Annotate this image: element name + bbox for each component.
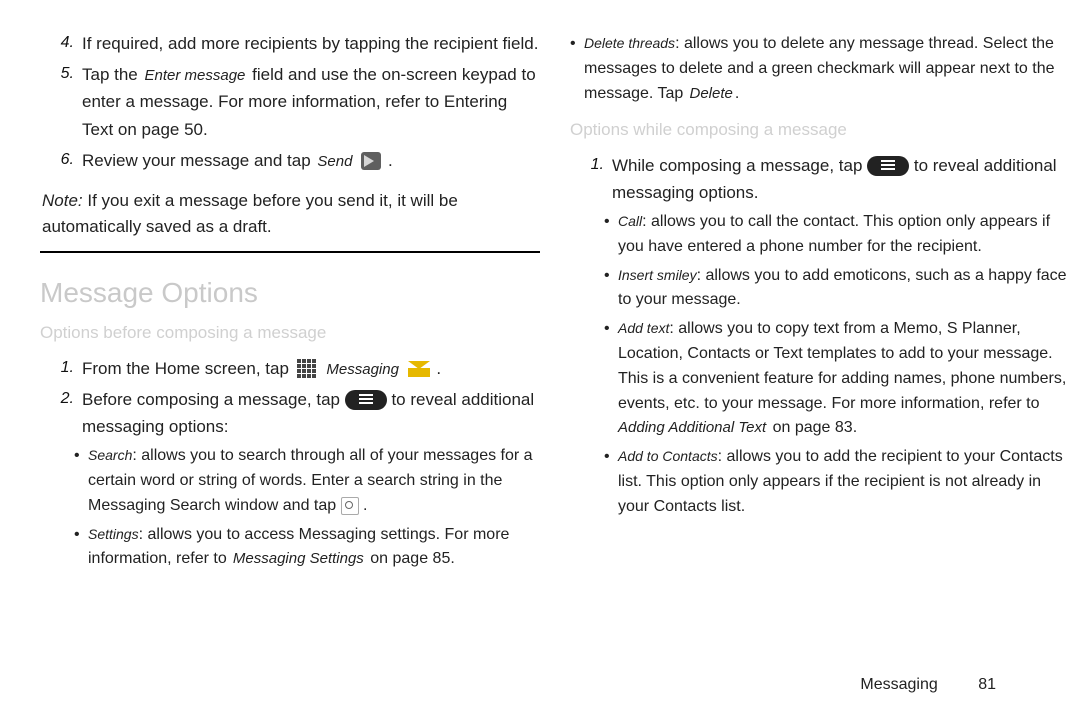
left-column: 4. If required, add more recipients by t… bbox=[40, 30, 560, 710]
step-number: 6. bbox=[40, 147, 82, 174]
step-body: Tap the Enter message field and use the … bbox=[82, 61, 540, 143]
step-number: 1. bbox=[40, 355, 82, 382]
step-body: If required, add more recipients by tapp… bbox=[82, 30, 540, 57]
steps-top: 4. If required, add more recipients by t… bbox=[40, 30, 540, 174]
bullet-add-contacts: Add to Contacts: allows you to add the r… bbox=[604, 445, 1070, 519]
right-column: Delete threads: allows you to delete any… bbox=[560, 30, 1070, 710]
step-body: While composing a message, tap to reveal… bbox=[612, 152, 1070, 206]
bullet-add-text: Add text: allows you to copy text from a… bbox=[604, 317, 1070, 441]
step-number: 2. bbox=[40, 386, 82, 440]
step-number: 5. bbox=[40, 61, 82, 143]
sub-title: Options before composing a message bbox=[40, 319, 540, 346]
step-body: Review your message and tap Send . bbox=[82, 147, 540, 174]
step-number: 4. bbox=[40, 30, 82, 57]
note-label: Note: bbox=[42, 191, 83, 210]
step-body: Before composing a message, tap to revea… bbox=[82, 386, 540, 440]
bullet-list-right: Call: allows you to call the contact. Th… bbox=[570, 210, 1070, 520]
term-enter-message: Enter message bbox=[143, 67, 248, 84]
bullet-delete-threads: Delete threads: allows you to delete any… bbox=[570, 32, 1070, 106]
apps-icon bbox=[296, 358, 318, 380]
divider bbox=[40, 251, 540, 253]
send-icon bbox=[361, 152, 381, 170]
bullet-list-top-right: Delete threads: allows you to delete any… bbox=[570, 32, 1070, 106]
bullet-settings: Settings: allows you to access Messaging… bbox=[74, 523, 540, 573]
bullet-call: Call: allows you to call the contact. Th… bbox=[604, 210, 1070, 260]
section-title: Message Options bbox=[40, 271, 540, 316]
term-messaging: Messaging bbox=[324, 361, 401, 378]
bullet-list-left: Search: allows you to search through all… bbox=[40, 444, 540, 572]
messaging-icon bbox=[408, 361, 430, 377]
page-number: 81 bbox=[978, 676, 996, 693]
sub-title-right: Options while composing a message bbox=[570, 116, 1070, 143]
note: Note: If you exit a message before you s… bbox=[40, 188, 540, 241]
step-body: From the Home screen, tap Messaging . bbox=[82, 355, 540, 382]
menu-button-icon bbox=[867, 156, 909, 176]
search-icon bbox=[341, 497, 359, 515]
note-text: If you exit a message before you send it… bbox=[42, 191, 458, 236]
steps-options: 1. From the Home screen, tap Messaging .… bbox=[40, 355, 540, 441]
menu-button-icon bbox=[345, 390, 387, 410]
footer: Messaging 81 bbox=[860, 676, 996, 694]
bullet-search: Search: allows you to search through all… bbox=[74, 444, 540, 518]
footer-section: Messaging bbox=[860, 676, 937, 693]
step-number: 1. bbox=[570, 152, 612, 206]
bullet-insert-smiley: Insert smiley: allows you to add emotico… bbox=[604, 264, 1070, 314]
steps-right: 1. While composing a message, tap to rev… bbox=[570, 152, 1070, 206]
